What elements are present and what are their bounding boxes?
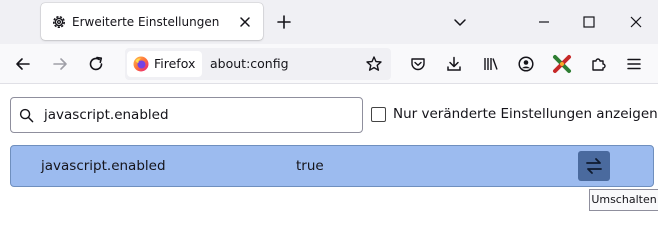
toggle-button[interactable] — [578, 151, 610, 181]
modified-only-checkbox[interactable] — [371, 107, 386, 122]
account-icon[interactable] — [517, 55, 535, 73]
identity-label: Firefox — [154, 56, 196, 71]
tab-title: Erweiterte Einstellungen — [72, 15, 220, 29]
search-icon — [19, 108, 34, 123]
url-bar[interactable]: Firefox about:config — [125, 48, 391, 80]
toggle-tooltip: Umschalten — [589, 189, 658, 211]
navigation-toolbar: Firefox about:config — [0, 44, 658, 84]
download-icon[interactable] — [445, 55, 463, 73]
puzzle-icon[interactable] — [590, 55, 608, 73]
back-icon[interactable] — [14, 55, 32, 73]
maximize-icon[interactable] — [580, 13, 598, 31]
preference-row[interactable]: javascript.enabled true — [10, 145, 654, 187]
window-close-icon[interactable] — [627, 13, 645, 31]
reload-icon[interactable] — [87, 55, 105, 73]
menu-icon[interactable] — [625, 55, 643, 73]
close-tab-icon[interactable] — [236, 13, 254, 31]
gear-icon — [53, 16, 65, 28]
bookmark-star-icon[interactable] — [365, 55, 383, 73]
library-icon[interactable] — [482, 55, 500, 73]
tab-strip: Erweiterte Einstellungen — [0, 0, 658, 44]
preference-name: javascript.enabled — [41, 158, 166, 174]
list-tabs-chevron-down-icon[interactable] — [451, 13, 469, 31]
minimize-icon[interactable] — [535, 13, 553, 31]
modified-only-label[interactable]: Nur veränderte Einstellungen anzeigen — [393, 106, 658, 123]
browser-window: Erweiterte Einstellungen Firefox about:c… — [0, 0, 658, 246]
pocket-icon[interactable] — [409, 55, 427, 73]
identity-box[interactable]: Firefox — [127, 51, 202, 77]
extension-icon[interactable] — [552, 54, 572, 74]
url-text[interactable]: about:config — [210, 56, 289, 72]
toggle-arrows-icon — [586, 158, 602, 174]
firefox-logo-icon — [133, 56, 149, 72]
search-input-value[interactable]: javascript.enabled — [44, 107, 169, 124]
preference-value[interactable]: true — [296, 158, 324, 175]
tab-active[interactable]: Erweiterte Einstellungen — [41, 3, 263, 40]
new-tab-icon[interactable] — [275, 13, 293, 31]
search-input[interactable]: javascript.enabled — [10, 97, 363, 133]
forward-icon[interactable] — [51, 55, 69, 73]
